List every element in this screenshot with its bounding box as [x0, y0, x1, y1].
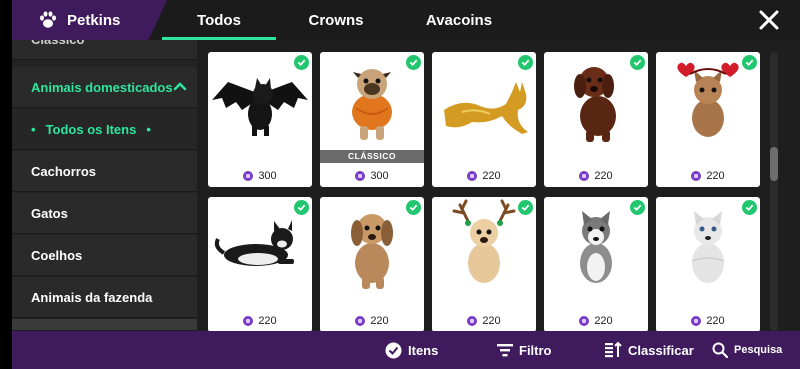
- item-price: 300: [208, 170, 312, 182]
- close-icon[interactable]: [758, 9, 780, 31]
- avacoin-icon: [243, 171, 254, 181]
- owned-check-icon: [630, 55, 645, 70]
- sidebar-item-animais-da-fazenda[interactable]: Animais da fazenda: [12, 277, 197, 318]
- tab-avacoins[interactable]: Avacoins: [404, 0, 514, 40]
- owned-check-icon: [406, 55, 421, 70]
- sidebar-item-label: Animais domesticados: [31, 79, 173, 95]
- avacoin-icon: [579, 171, 590, 181]
- price-value: 300: [370, 170, 389, 182]
- avacoin-icon: [355, 316, 366, 326]
- sidebar-item-coelhos[interactable]: Coelhos: [12, 235, 197, 276]
- item-price: 220: [432, 315, 536, 327]
- owned-check-icon: [294, 200, 309, 215]
- price-value: 220: [258, 315, 277, 327]
- shop-window: Petkins Todos Crowns Avacoins Clássico A…: [12, 0, 800, 369]
- price-value: 220: [594, 315, 613, 327]
- tab-todos[interactable]: Todos: [162, 0, 276, 40]
- bullet-icon: •: [146, 121, 151, 137]
- tab-crowns[interactable]: Crowns: [286, 0, 386, 40]
- price-value: 220: [706, 170, 725, 182]
- sidebar-item-cachorros[interactable]: Cachorros: [12, 151, 197, 192]
- item-card[interactable]: 220: [432, 52, 536, 187]
- sidebar-item-animais-domesticados[interactable]: Animais domesticados: [12, 67, 197, 108]
- item-card[interactable]: 220: [208, 197, 312, 331]
- sidebar-item-classico[interactable]: Clássico: [12, 40, 197, 60]
- owned-check-icon: [518, 55, 533, 70]
- owned-check-icon: [742, 55, 757, 70]
- filter-icon: [497, 344, 513, 357]
- search-icon: [712, 342, 728, 358]
- price-value: 220: [706, 315, 725, 327]
- bullet-icon: •: [31, 121, 36, 137]
- price-value: 220: [482, 315, 501, 327]
- item-price: 220: [320, 315, 424, 327]
- avacoin-icon: [579, 316, 590, 326]
- item-card[interactable]: 220: [656, 197, 760, 331]
- pesquisa-label: Pesquisa: [734, 344, 783, 356]
- chevron-up-icon: [173, 82, 187, 91]
- category-sidebar: Clássico Animais domesticados • Todos os…: [12, 40, 197, 331]
- bottom-toolbar: Itens Filtro Classificar Pesquisa: [12, 331, 800, 369]
- item-price: 220: [432, 170, 536, 182]
- price-value: 300: [258, 170, 277, 182]
- item-price: 220: [656, 315, 760, 327]
- item-price: 220: [208, 315, 312, 327]
- avacoin-icon: [355, 171, 366, 181]
- price-value: 220: [370, 315, 389, 327]
- avacoin-icon: [243, 316, 254, 326]
- classificar-button[interactable]: Classificar: [604, 331, 694, 369]
- avacoin-icon: [467, 171, 478, 181]
- sidebar-item-label: Todos os Itens: [45, 121, 137, 137]
- itens-button[interactable]: Itens: [385, 331, 438, 369]
- item-card[interactable]: CLÁSSICO 300: [320, 52, 424, 187]
- scrollbar-thumb[interactable]: [770, 147, 778, 181]
- sidebar-item-todos-os-itens[interactable]: • Todos os Itens •: [12, 109, 197, 150]
- item-grid: 300 CLÁSSICO 300 220 220 220 220 220 220…: [208, 52, 760, 331]
- item-price: 220: [544, 170, 648, 182]
- item-price: 300: [320, 170, 424, 182]
- filtro-label: Filtro: [519, 342, 552, 358]
- avacoin-icon: [691, 316, 702, 326]
- price-value: 220: [594, 170, 613, 182]
- classificar-label: Classificar: [628, 342, 694, 358]
- sort-icon: [605, 341, 622, 358]
- owned-check-icon: [630, 200, 645, 215]
- sidebar-item-partial[interactable]: [12, 319, 197, 331]
- classic-badge: CLÁSSICO: [320, 150, 424, 163]
- pesquisa-button[interactable]: Pesquisa: [712, 331, 782, 369]
- item-price: 220: [544, 315, 648, 327]
- avacoin-icon: [467, 316, 478, 326]
- avacoin-icon: [691, 171, 702, 181]
- item-card[interactable]: 220: [432, 197, 536, 331]
- owned-check-icon: [518, 200, 533, 215]
- owned-check-icon: [294, 55, 309, 70]
- item-card[interactable]: 220: [320, 197, 424, 331]
- brand-name: Petkins: [67, 11, 121, 29]
- paw-icon: [40, 11, 56, 28]
- itens-label: Itens: [408, 342, 439, 358]
- grid-scrollbar[interactable]: [770, 52, 778, 331]
- owned-check-icon: [406, 200, 421, 215]
- brand-header: Petkins: [12, 0, 167, 40]
- check-circle-icon: [385, 342, 402, 358]
- item-card[interactable]: 220: [656, 52, 760, 187]
- item-card[interactable]: 220: [544, 52, 648, 187]
- owned-check-icon: [742, 200, 757, 215]
- top-bar: Petkins Todos Crowns Avacoins: [12, 0, 800, 40]
- item-card[interactable]: 300: [208, 52, 312, 187]
- sidebar-item-gatos[interactable]: Gatos: [12, 193, 197, 234]
- filtro-button[interactable]: Filtro: [497, 331, 552, 369]
- item-price: 220: [656, 170, 760, 182]
- item-card[interactable]: 220: [544, 197, 648, 331]
- price-value: 220: [482, 170, 501, 182]
